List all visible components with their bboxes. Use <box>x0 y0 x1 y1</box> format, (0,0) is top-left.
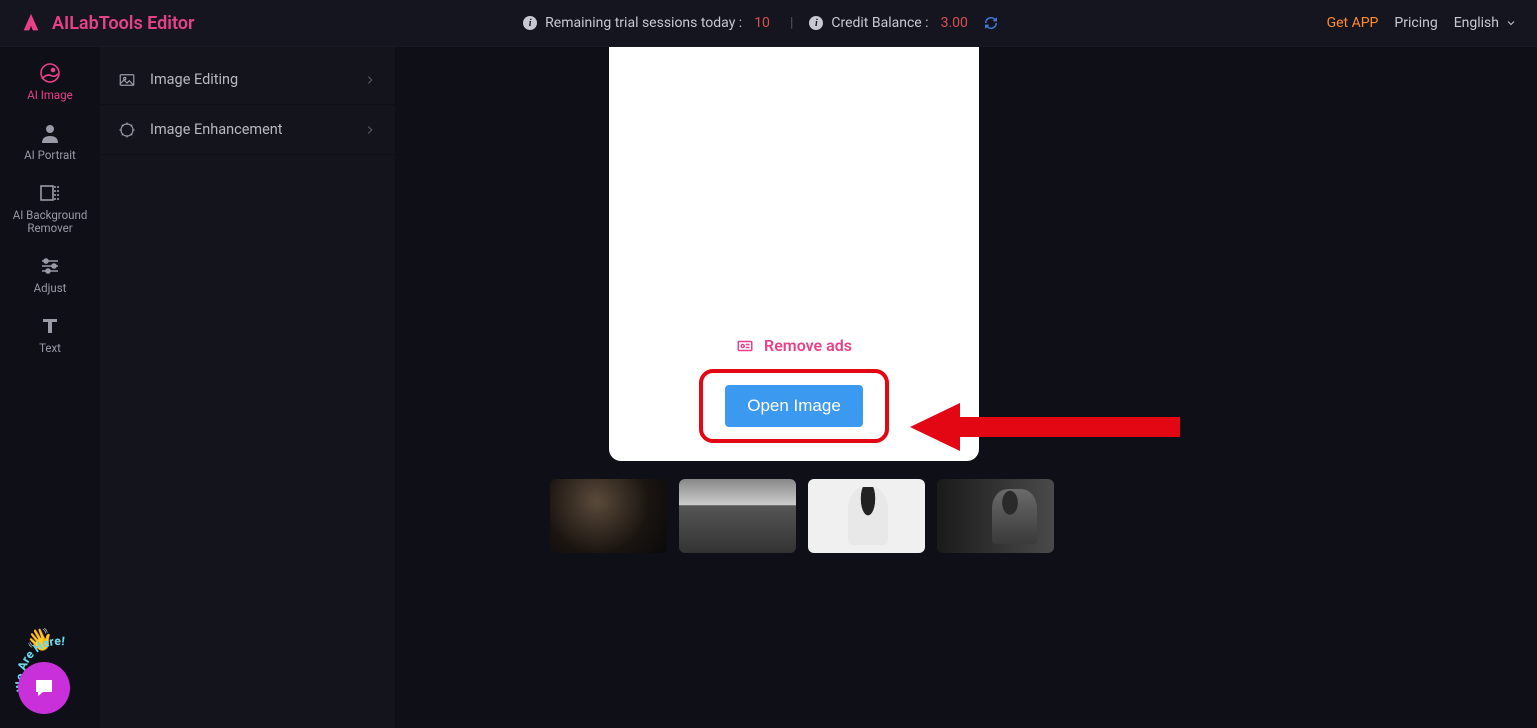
sample-thumbnail[interactable] <box>679 479 796 553</box>
remove-ads-link[interactable]: Remove ads <box>736 336 852 355</box>
credit-label: Credit Balance : <box>831 15 928 31</box>
sidebar-item-adjust[interactable]: Adjust <box>34 254 67 296</box>
info-icon: i <box>809 16 823 30</box>
sample-thumbnail[interactable] <box>550 479 667 553</box>
chat-bubble-button[interactable] <box>18 662 70 714</box>
image-editing-icon <box>118 71 136 89</box>
ai-portrait-icon <box>38 121 62 145</box>
chevron-down-icon <box>1505 17 1517 29</box>
primary-sidebar: AI Image AI Portrait AI Background Remov… <box>0 47 100 728</box>
language-selector[interactable]: English <box>1454 15 1517 31</box>
app-header: AILabTools Editor i Remaining trial sess… <box>0 0 1537 47</box>
sidebar-item-label: AI Portrait <box>24 149 76 163</box>
brand-text: AILabTools Editor <box>52 13 194 34</box>
get-app-link[interactable]: Get APP <box>1327 15 1379 31</box>
chevron-right-icon <box>363 73 377 87</box>
header-right: Get APP Pricing English <box>1327 15 1517 31</box>
brand-logo[interactable]: AILabTools Editor <box>20 12 194 34</box>
trial-label: Remaining trial sessions today : <box>545 15 742 31</box>
sidebar-item-label: AI Background Remover <box>0 209 100 237</box>
header-status: i Remaining trial sessions today : 10 | … <box>194 15 1326 31</box>
sidebar-item-label: Adjust <box>34 282 67 296</box>
submenu-image-enhancement[interactable]: Image Enhancement <box>100 105 395 155</box>
annotation-highlight: Open Image <box>699 369 889 443</box>
drop-zone-panel: Remove ads Open Image <box>609 47 979 461</box>
sidebar-item-label: Text <box>39 342 61 356</box>
sidebar-item-text[interactable]: Text <box>38 314 62 356</box>
sidebar-item-ai-image[interactable]: AI Image <box>27 61 73 103</box>
refresh-icon[interactable] <box>984 16 998 30</box>
sidebar-item-ai-portrait[interactable]: AI Portrait <box>24 121 76 163</box>
chat-widget[interactable]: 👋 We Are Here! <box>14 628 104 718</box>
pricing-link[interactable]: Pricing <box>1394 15 1437 31</box>
chevron-right-icon <box>363 123 377 137</box>
open-image-button[interactable]: Open Image <box>725 385 863 427</box>
sample-thumbnails <box>550 479 1054 553</box>
separator: | <box>790 15 793 31</box>
credit-value: 3.00 <box>941 15 968 31</box>
info-icon: i <box>523 16 537 30</box>
submenu-label: Image Enhancement <box>150 121 349 138</box>
ai-bg-remover-icon <box>38 181 62 205</box>
sidebar-item-ai-bg-remover[interactable]: AI Background Remover <box>0 181 100 237</box>
chat-icon <box>32 676 56 700</box>
sample-thumbnail[interactable] <box>937 479 1054 553</box>
ai-image-icon <box>38 61 62 85</box>
remove-ads-label: Remove ads <box>764 336 852 355</box>
sidebar-item-label: AI Image <box>27 89 73 103</box>
secondary-sidebar: Image Editing Image Enhancement <box>100 47 395 728</box>
adjust-icon <box>38 254 62 278</box>
sample-thumbnail[interactable] <box>808 479 925 553</box>
ad-icon <box>736 337 754 355</box>
trial-value: 10 <box>754 15 770 31</box>
text-icon <box>38 314 62 338</box>
logo-icon <box>20 12 42 34</box>
language-label: English <box>1454 15 1499 31</box>
canvas-area: Remove ads Open Image <box>395 47 1537 728</box>
submenu-image-editing[interactable]: Image Editing <box>100 55 395 105</box>
submenu-label: Image Editing <box>150 71 349 88</box>
image-enhancement-icon <box>118 121 136 139</box>
